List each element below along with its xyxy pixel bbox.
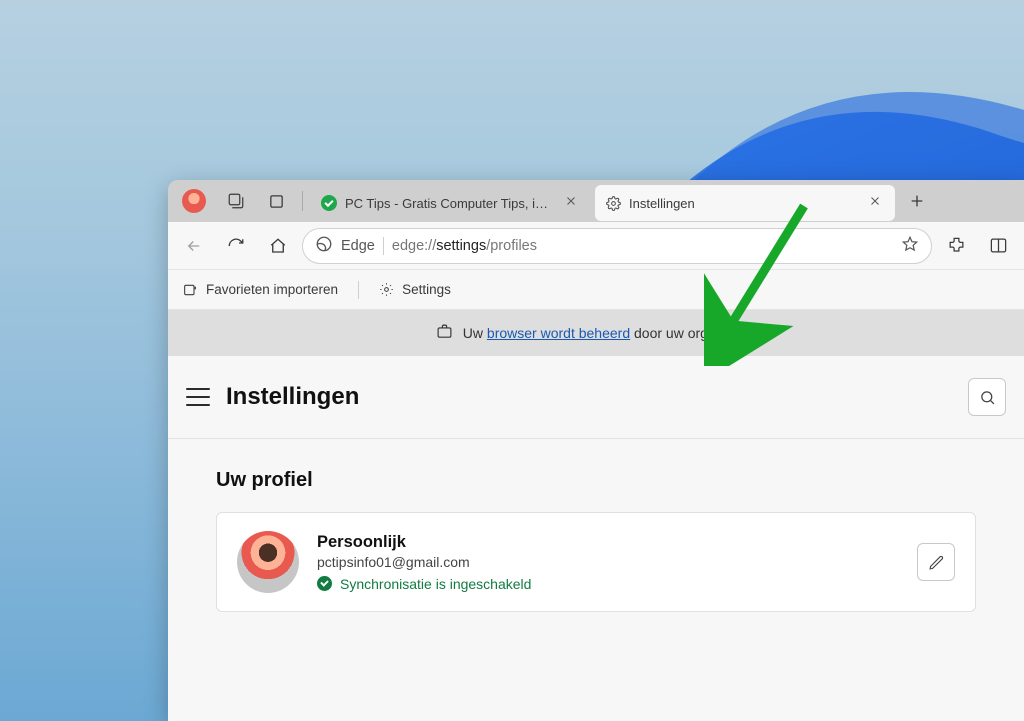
managed-link[interactable]: browser wordt beheerd <box>487 325 630 341</box>
edit-profile-button[interactable] <box>917 543 955 581</box>
profile-email: pctipsinfo01@gmail.com <box>317 554 531 570</box>
avatar <box>237 531 299 593</box>
home-button[interactable] <box>260 228 296 264</box>
profile-section: Uw profiel Persoonlijk pctipsinfo01@gmai… <box>168 439 1024 612</box>
toolbar: Edge edge://settings/profiles <box>168 222 1024 270</box>
checkmark-icon <box>321 195 337 211</box>
tab-strip: PC Tips - Gratis Computer Tips, i… Inste… <box>168 180 1024 222</box>
new-tab-button[interactable] <box>899 193 935 209</box>
tab-pc-tips[interactable]: PC Tips - Gratis Computer Tips, i… <box>311 185 591 221</box>
url-text: edge://settings/profiles <box>392 238 893 254</box>
refresh-button[interactable] <box>218 228 254 264</box>
bookmark-settings-label: Settings <box>402 282 451 297</box>
split-screen-icon[interactable] <box>980 228 1016 264</box>
tab-settings[interactable]: Instellingen <box>595 185 895 221</box>
managed-banner: Uw browser wordt beheerd door uw organis… <box>168 310 1024 356</box>
browser-window: PC Tips - Gratis Computer Tips, i… Inste… <box>168 180 1024 721</box>
profile-heading: Uw profiel <box>216 469 976 492</box>
briefcase-icon <box>436 323 453 343</box>
managed-banner-text: Uw browser wordt beheerd door uw organis… <box>463 325 756 341</box>
tab-actions-icon[interactable] <box>258 183 294 219</box>
bookmark-settings[interactable]: Settings <box>379 282 451 297</box>
settings-content: Instellingen Uw profiel Persoonlijk pcti… <box>168 356 1024 721</box>
gear-icon <box>605 195 621 211</box>
profile-avatar-button[interactable] <box>182 189 206 213</box>
menu-icon[interactable] <box>186 388 210 406</box>
import-favorites-button[interactable]: Favorieten importeren <box>182 282 338 298</box>
sync-status-label: Synchronisatie is ingeschakeld <box>340 576 531 592</box>
divider <box>383 237 384 255</box>
bookmarks-bar: Favorieten importeren Settings <box>168 270 1024 310</box>
sync-status: Synchronisatie is ingeschakeld <box>317 576 531 592</box>
edge-icon <box>315 235 333 257</box>
back-button[interactable] <box>176 228 212 264</box>
favorite-star-icon[interactable] <box>901 235 919 257</box>
divider <box>358 281 359 299</box>
close-icon[interactable] <box>869 195 885 211</box>
import-favorites-label: Favorieten importeren <box>206 282 338 297</box>
tab-label: PC Tips - Gratis Computer Tips, i… <box>345 196 557 211</box>
settings-header: Instellingen <box>168 356 1024 439</box>
search-icon <box>979 389 996 406</box>
divider <box>302 191 303 211</box>
pencil-icon <box>928 554 945 571</box>
profile-name: Persoonlijk <box>317 533 531 552</box>
extensions-icon[interactable] <box>938 228 974 264</box>
checkmark-icon <box>317 576 332 591</box>
close-icon[interactable] <box>565 195 581 211</box>
tab-label: Instellingen <box>629 196 861 211</box>
site-identity: Edge <box>341 238 375 254</box>
workspaces-icon[interactable] <box>218 183 254 219</box>
profile-card: Persoonlijk pctipsinfo01@gmail.com Synch… <box>216 512 976 612</box>
settings-search[interactable] <box>968 378 1006 416</box>
address-bar[interactable]: Edge edge://settings/profiles <box>302 228 932 264</box>
page-title: Instellingen <box>226 383 359 411</box>
